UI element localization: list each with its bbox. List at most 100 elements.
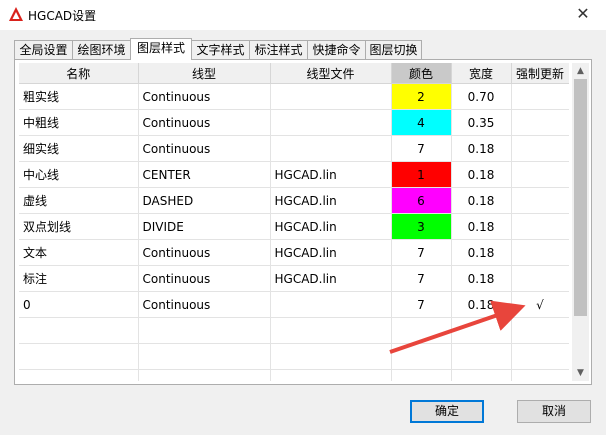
cell-linetype-file[interactable]: HGCAD.lin [270,265,392,292]
cell-name[interactable]: 双点划线 [19,213,139,240]
table-row[interactable]: 标注 Continuous HGCAD.lin 7 0.18 [19,265,569,292]
cell-linetype-file[interactable] [270,135,392,162]
cell-name[interactable] [19,369,139,381]
tab-layer-switch[interactable]: 图层切换 [365,40,422,59]
cell-linetype[interactable]: Continuous [138,83,271,110]
cell-width[interactable] [451,317,512,344]
tab-layer-style[interactable]: 图层样式 [130,38,192,60]
cell-force-update[interactable] [511,369,569,381]
table-row[interactable]: 粗实线 Continuous 2 0.70 [19,83,569,110]
cell-linetype-file[interactable] [270,317,392,344]
tab-global-settings[interactable]: 全局设置 [14,40,73,59]
ok-button[interactable]: 确定 [410,400,484,423]
cell-color[interactable] [391,343,452,370]
table-row[interactable]: 中粗线 Continuous 4 0.35 [19,109,569,136]
cell-name[interactable]: 虚线 [19,187,139,214]
table-row[interactable]: 0 Continuous 7 0.18 √ [19,291,569,318]
cell-linetype-file[interactable] [270,83,392,110]
cell-width[interactable]: 0.18 [451,135,512,162]
cell-color[interactable]: 1 [391,161,452,188]
cell-name[interactable] [19,343,139,370]
cell-linetype[interactable]: Continuous [138,109,271,136]
cell-force-update[interactable] [511,109,569,136]
cell-color[interactable]: 3 [391,213,452,240]
cell-linetype[interactable] [138,343,271,370]
cell-force-update[interactable] [511,187,569,214]
cell-linetype-file[interactable] [270,369,392,381]
cell-linetype[interactable]: Continuous [138,239,271,266]
cell-color[interactable]: 7 [391,265,452,292]
cell-color[interactable]: 6 [391,187,452,214]
cell-color[interactable] [391,369,452,381]
table-row-empty[interactable] [19,343,569,370]
cancel-button[interactable]: 取消 [517,400,591,423]
cell-color[interactable]: 7 [391,135,452,162]
cell-linetype-file[interactable]: HGCAD.lin [270,213,392,240]
tab-shortcut-commands[interactable]: 快捷命令 [307,40,366,59]
close-button[interactable]: ✕ [560,0,606,30]
cell-force-update[interactable] [511,83,569,110]
cell-color[interactable]: 4 [391,109,452,136]
cell-force-update[interactable] [511,161,569,188]
cell-linetype[interactable]: CENTER [138,161,271,188]
tab-dimension-style[interactable]: 标注样式 [249,40,308,59]
cell-linetype[interactable]: Continuous [138,135,271,162]
cell-force-update[interactable] [511,317,569,344]
cell-width[interactable] [451,369,512,381]
cell-color[interactable]: 7 [391,239,452,266]
scroll-thumb[interactable] [574,79,587,316]
cell-color[interactable]: 7 [391,291,452,318]
cell-linetype[interactable] [138,317,271,344]
cell-width[interactable]: 0.70 [451,83,512,110]
cell-force-update[interactable] [511,213,569,240]
cell-linetype[interactable] [138,369,271,381]
cell-name[interactable]: 细实线 [19,135,139,162]
header-color[interactable]: 颜色 [391,63,452,84]
cell-force-update[interactable] [511,239,569,266]
cell-width[interactable]: 0.18 [451,213,512,240]
header-force-update[interactable]: 强制更新 [511,63,569,84]
cell-name[interactable]: 中粗线 [19,109,139,136]
cell-width[interactable]: 0.18 [451,187,512,214]
vertical-scrollbar[interactable]: ▲ ▼ [572,63,589,381]
cell-linetype[interactable]: Continuous [138,291,271,318]
header-linetype[interactable]: 线型 [138,63,271,84]
cell-name[interactable]: 中心线 [19,161,139,188]
cell-width[interactable]: 0.18 [451,265,512,292]
cell-name[interactable] [19,317,139,344]
header-linetype-file[interactable]: 线型文件 [270,63,392,84]
cell-width[interactable]: 0.35 [451,109,512,136]
cell-width[interactable] [451,343,512,370]
table-row-empty[interactable] [19,369,569,381]
cell-force-update[interactable] [511,135,569,162]
tab-text-style[interactable]: 文字样式 [191,40,250,59]
cell-force-update[interactable] [511,265,569,292]
tab-drawing-environment[interactable]: 绘图环境 [72,40,131,59]
cell-name[interactable]: 粗实线 [19,83,139,110]
cell-linetype-file[interactable] [270,109,392,136]
table-row[interactable]: 虚线 DASHED HGCAD.lin 6 0.18 [19,187,569,214]
cell-width[interactable]: 0.18 [451,239,512,266]
header-name[interactable]: 名称 [19,63,139,84]
table-row[interactable]: 细实线 Continuous 7 0.18 [19,135,569,162]
cell-linetype-file[interactable] [270,291,392,318]
cell-linetype-file[interactable]: HGCAD.lin [270,161,392,188]
cell-force-update[interactable] [511,343,569,370]
table-row-empty[interactable] [19,317,569,344]
cell-linetype-file[interactable] [270,343,392,370]
cell-color[interactable]: 2 [391,83,452,110]
cell-linetype-file[interactable]: HGCAD.lin [270,187,392,214]
cell-name[interactable]: 文本 [19,239,139,266]
table-row[interactable]: 中心线 CENTER HGCAD.lin 1 0.18 [19,161,569,188]
table-row[interactable]: 双点划线 DIVIDE HGCAD.lin 3 0.18 [19,213,569,240]
cell-width[interactable]: 0.18 [451,161,512,188]
cell-force-update[interactable]: √ [511,291,569,318]
cell-linetype-file[interactable]: HGCAD.lin [270,239,392,266]
cell-linetype[interactable]: Continuous [138,265,271,292]
scroll-up-arrow-icon[interactable]: ▲ [572,63,589,79]
cell-linetype[interactable]: DASHED [138,187,271,214]
table-row[interactable]: 文本 Continuous HGCAD.lin 7 0.18 [19,239,569,266]
cell-width[interactable]: 0.18 [451,291,512,318]
header-width[interactable]: 宽度 [451,63,512,84]
scroll-down-arrow-icon[interactable]: ▼ [572,365,589,381]
